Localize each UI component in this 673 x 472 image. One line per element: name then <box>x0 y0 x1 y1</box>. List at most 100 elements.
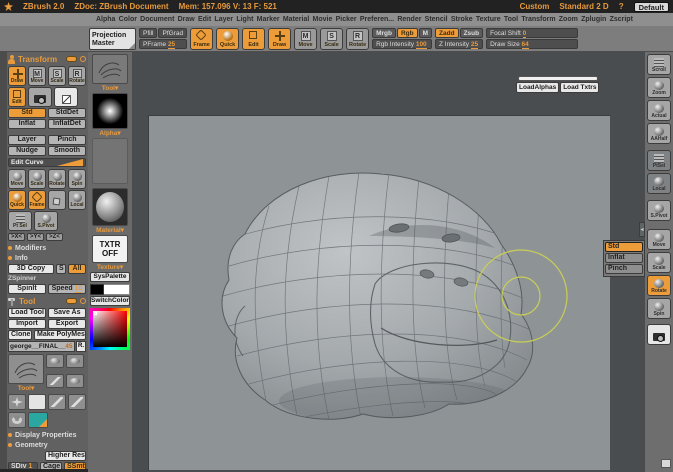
menu-zoom[interactable]: Zoom <box>559 16 578 23</box>
palette-cycle-icon[interactable] <box>80 298 86 304</box>
scroll-button[interactable]: Scroll <box>647 54 671 75</box>
frame-mode-button[interactable]: Frame <box>190 28 213 50</box>
cage-button[interactable]: Cage <box>40 462 62 472</box>
default-config-button[interactable]: Default <box>634 2 669 12</box>
texture-swatch[interactable]: TXTR OFF <box>92 235 128 263</box>
inflatdet-brush-button[interactable]: InflatDet <box>48 119 86 129</box>
custom-ui-button[interactable]: Custom <box>520 2 550 11</box>
copy-3d-button[interactable]: 3D Copy <box>8 264 54 274</box>
syspalette-button[interactable]: SysPalette <box>90 272 130 282</box>
z-intensity-slider[interactable]: Z Intensity 25 <box>435 39 483 49</box>
tool-thumbnail[interactable] <box>46 374 64 388</box>
scale-view-button[interactable]: Scale <box>647 252 671 273</box>
tool-thumbnail[interactable] <box>48 394 66 410</box>
material-swatch[interactable] <box>92 188 128 226</box>
sdiv-slider[interactable]: SDiv 1 <box>8 462 38 472</box>
palette-switch-icon[interactable] <box>66 298 77 304</box>
axis-y-button[interactable]: >Y< <box>27 233 44 241</box>
tool-thumbnail-simplebrush[interactable] <box>28 394 46 410</box>
draw-mode-button[interactable]: Draw <box>268 28 291 50</box>
snapshot-button[interactable] <box>28 87 52 107</box>
edit-button[interactable]: Edit <box>8 87 26 107</box>
m-toggle[interactable]: M <box>419 28 432 38</box>
current-tool-swatch[interactable] <box>92 54 128 84</box>
color-picker-cursor[interactable] <box>94 312 97 315</box>
menu-preferences[interactable]: Preferen... <box>360 16 394 23</box>
menu-zscript[interactable]: Zscript <box>610 16 633 23</box>
ptsel-button[interactable]: Pt Sel <box>8 211 32 231</box>
make-polymesh-button[interactable]: Make PolyMesh3D <box>34 330 86 340</box>
popup-inflat-item[interactable]: Inflat <box>605 253 643 263</box>
save-as-button[interactable]: Save As <box>48 308 86 318</box>
quick-mode-button[interactable]: Quick <box>216 28 239 50</box>
color-picker[interactable] <box>90 308 130 350</box>
shelf-tool-label[interactable]: Tool▾ <box>102 84 119 93</box>
menu-alpha[interactable]: Alpha <box>96 16 115 23</box>
shelf-texture-label[interactable]: Texture▾ <box>97 263 123 272</box>
menu-zplugin[interactable]: Zplugin <box>581 16 606 23</box>
primary-color-swatch[interactable] <box>104 284 130 295</box>
menu-stroke[interactable]: Stroke <box>451 16 473 23</box>
rgb-intensity-slider[interactable]: Rgb Intensity 100 <box>372 39 432 49</box>
speed-slider[interactable]: Speed 10 <box>48 284 86 294</box>
spin-button[interactable]: Spin <box>68 169 86 189</box>
axis-z-button[interactable]: >Z< <box>46 233 63 241</box>
frame-button[interactable]: Frame <box>28 190 46 210</box>
tool-thumbnail-ring[interactable] <box>8 412 26 428</box>
modifiers-section[interactable]: Modifiers <box>8 243 86 253</box>
stroke-swatch[interactable] <box>92 138 128 184</box>
pinch-brush-button[interactable]: Pinch <box>48 135 86 145</box>
mrgb-toggle[interactable]: Mrgb <box>372 28 396 38</box>
menu-light[interactable]: Light <box>236 16 253 23</box>
menu-material[interactable]: Material <box>283 16 309 23</box>
zoom-button[interactable]: Zoom <box>647 77 671 98</box>
tool-thumbnail[interactable] <box>66 354 84 368</box>
pframe-slider[interactable]: PFrame 25 <box>139 39 187 49</box>
help-button[interactable]: ? <box>619 2 624 11</box>
move-mode-button[interactable]: M Move <box>294 28 317 50</box>
projection-master-button[interactable]: Projection Master <box>89 28 136 50</box>
import-button[interactable]: Import <box>8 319 46 329</box>
aahalf-button[interactable]: AAHalf <box>647 123 671 144</box>
rotate-button[interactable]: R Rotate <box>68 66 86 86</box>
local-button[interactable]: Local <box>68 190 86 210</box>
focal-shift-slider[interactable]: Focal Shift 0 <box>486 28 578 38</box>
draw-button[interactable]: Draw <box>8 66 26 86</box>
menu-document[interactable]: Document <box>140 16 174 23</box>
menu-color[interactable]: Color <box>119 16 137 23</box>
stddet-brush-button[interactable]: StdDet <box>48 108 86 118</box>
load-alphas-button[interactable]: LoadAlphas <box>516 82 559 93</box>
higher-res-button[interactable]: Higher Res <box>45 451 86 461</box>
smooth-brush-button[interactable]: Smooth <box>48 146 86 156</box>
alpha-swatch[interactable] <box>92 93 128 129</box>
display-properties-section[interactable]: Display Properties <box>8 430 86 440</box>
rotate-mode-button[interactable]: R Rotate <box>346 28 369 50</box>
s-button[interactable]: S <box>56 264 66 274</box>
ssmt-button[interactable]: SSmt <box>64 462 86 472</box>
standard-ui-button[interactable]: Standard 2 D <box>559 2 608 11</box>
ptsel-shelf-button[interactable]: PtSel <box>647 150 671 171</box>
zsub-toggle[interactable]: Zsub <box>460 28 484 38</box>
switchcolor-button[interactable]: SwitchColor <box>90 296 130 306</box>
load-tool-button[interactable]: Load Tool <box>8 308 46 318</box>
tool-thumbnail[interactable] <box>68 394 86 410</box>
cube-button[interactable] <box>48 190 66 210</box>
nudge-brush-button[interactable]: Nudge <box>8 146 46 156</box>
rgb-toggle[interactable]: Rgb <box>397 28 418 38</box>
menu-stencil[interactable]: Stencil <box>425 16 448 23</box>
tool-palette-header[interactable]: Tool <box>8 295 86 307</box>
rotate-view-button[interactable]: Rotate <box>647 275 671 296</box>
spivot-shelf-button[interactable]: S.Pivot <box>647 200 671 221</box>
draw-size-slider[interactable]: Draw Size 64 <box>486 39 578 49</box>
tool-thumbnail-selected[interactable] <box>28 412 48 428</box>
export-button[interactable]: Export <box>48 319 86 329</box>
transform-palette-header[interactable]: Transform <box>8 53 86 65</box>
std-brush-button[interactable]: Std <box>8 108 46 118</box>
marker-button[interactable] <box>54 87 78 107</box>
spinit-button[interactable]: SpinIt <box>8 284 46 294</box>
tool-thumbnail[interactable] <box>8 394 26 410</box>
rename-button[interactable]: R. <box>76 341 86 352</box>
collapsed-tray-bar[interactable] <box>518 76 598 81</box>
local-shelf-button[interactable]: Local <box>647 173 671 194</box>
edit-mode-button[interactable]: Edit <box>242 28 265 50</box>
